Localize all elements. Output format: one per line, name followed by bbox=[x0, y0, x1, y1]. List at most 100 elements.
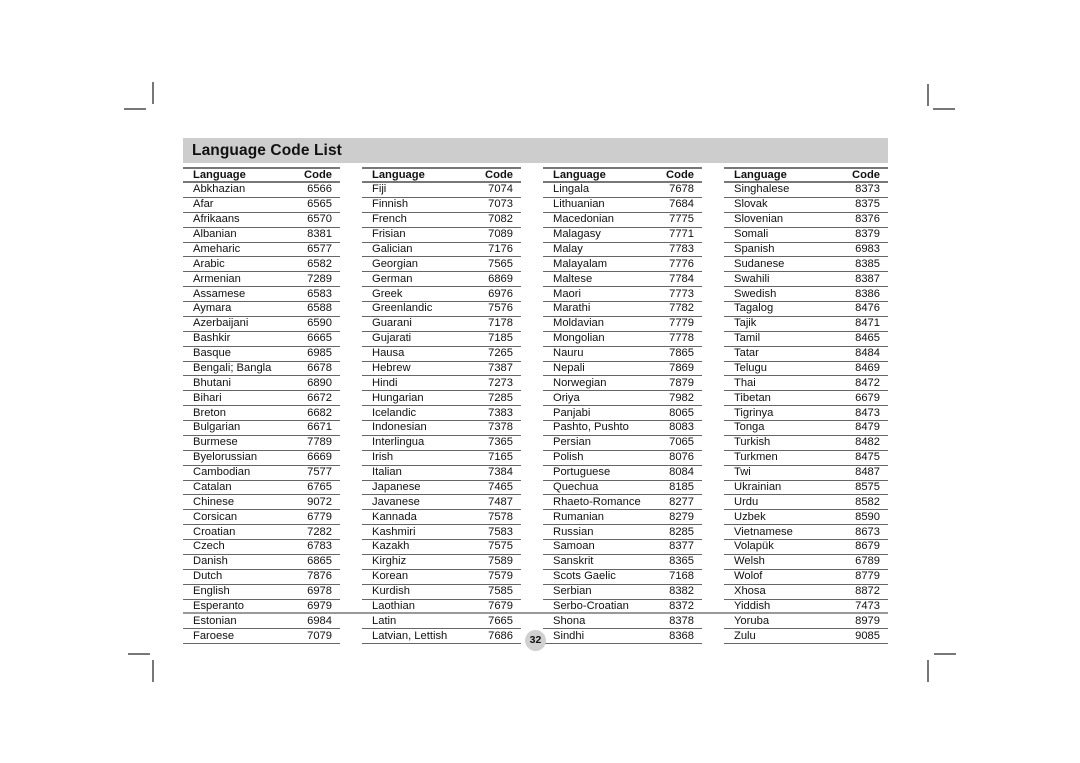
language-name: Mongolian bbox=[543, 331, 623, 347]
language-code: 8487 bbox=[806, 465, 888, 481]
table-row: Italian 7384 bbox=[362, 465, 521, 481]
language-code: 7579 bbox=[441, 569, 521, 585]
language-code: 6577 bbox=[261, 242, 340, 258]
column-header-code: Code bbox=[441, 167, 521, 183]
table-row: Guarani 7178 bbox=[362, 316, 521, 332]
table-row: Armenian 7289 bbox=[183, 271, 340, 288]
language-name: Chinese bbox=[183, 494, 262, 511]
table-row: Samoan 8377 bbox=[543, 539, 702, 555]
language-code: 7776 bbox=[622, 256, 702, 273]
language-code: 8375 bbox=[806, 197, 888, 213]
table-row: Albanian 8381 bbox=[183, 227, 340, 243]
table-row: Corsican 6779 bbox=[183, 509, 340, 526]
table-row: Telugu 8469 bbox=[724, 361, 888, 377]
language-code: 7773 bbox=[622, 286, 702, 302]
language-code: 8469 bbox=[806, 361, 888, 377]
table-row: Latvian, Lettish 7686 bbox=[362, 628, 521, 645]
language-name: Volapük bbox=[724, 539, 806, 555]
language-name: Twi bbox=[724, 465, 806, 481]
language-code: 8779 bbox=[806, 569, 888, 585]
language-code: 8484 bbox=[806, 346, 888, 362]
language-name: Kannada bbox=[362, 509, 442, 526]
language-name: Frisian bbox=[362, 227, 442, 243]
table-row: Welsh 6789 bbox=[724, 554, 888, 570]
language-code: 6671 bbox=[261, 420, 340, 436]
language-name: Danish bbox=[183, 554, 262, 570]
language-name: Vietnamese bbox=[724, 524, 806, 540]
language-code: 6665 bbox=[261, 331, 340, 347]
language-name: Thai bbox=[724, 375, 806, 392]
table-row: Bengali; Bangla 6678 bbox=[183, 361, 340, 377]
language-code: 7285 bbox=[441, 390, 521, 407]
language-name: Yoruba bbox=[724, 613, 806, 630]
language-code: 8185 bbox=[622, 480, 702, 496]
language-code: 7387 bbox=[441, 361, 521, 377]
table-row: Czech 6783 bbox=[183, 539, 340, 555]
language-code: 8279 bbox=[622, 509, 702, 526]
language-name: Tatar bbox=[724, 346, 806, 362]
language-name: Nepali bbox=[543, 361, 623, 377]
table-row: Pashto, Pushto 8083 bbox=[543, 420, 702, 436]
table-row: English 6978 bbox=[183, 584, 340, 600]
table-row: Hebrew 7387 bbox=[362, 361, 521, 377]
language-name: Abkhazian bbox=[183, 182, 262, 198]
table-row: Serbian 8382 bbox=[543, 584, 702, 600]
table-header-row: Language Code bbox=[543, 167, 702, 183]
language-code: 8679 bbox=[806, 539, 888, 555]
language-code: 8465 bbox=[806, 331, 888, 347]
language-code: 6566 bbox=[261, 182, 340, 198]
language-name: Russian bbox=[543, 524, 623, 540]
language-name: Turkmen bbox=[724, 450, 806, 466]
language-code: 6779 bbox=[261, 509, 340, 526]
language-code: 9085 bbox=[806, 628, 888, 645]
table-row: Azerbaijani 6590 bbox=[183, 316, 340, 332]
language-name: Serbian bbox=[543, 584, 623, 600]
table-row: Quechua 8185 bbox=[543, 480, 702, 496]
language-code: 8872 bbox=[806, 584, 888, 600]
table-row: Ameharic 6577 bbox=[183, 242, 340, 258]
language-name: French bbox=[362, 212, 442, 228]
table-row: Volapük 8679 bbox=[724, 539, 888, 555]
language-code: 7073 bbox=[441, 197, 521, 213]
table-row: Thai 8472 bbox=[724, 375, 888, 392]
table-row: Wolof 8779 bbox=[724, 569, 888, 585]
language-name: Scots Gaelic bbox=[543, 569, 623, 585]
language-name: Bengali; Bangla bbox=[183, 361, 271, 377]
language-name: Bashkir bbox=[183, 331, 262, 347]
language-code: 7074 bbox=[441, 182, 521, 198]
table-row: Sudanese 8385 bbox=[724, 256, 888, 273]
language-name: German bbox=[362, 271, 442, 288]
table-row: French 7082 bbox=[362, 212, 521, 228]
language-name: Kirghiz bbox=[362, 554, 442, 570]
language-code: 6783 bbox=[261, 539, 340, 555]
table-row: Basque 6985 bbox=[183, 346, 340, 362]
table-row: Japanese 7465 bbox=[362, 480, 521, 496]
language-name: Faroese bbox=[183, 628, 262, 645]
language-code: 8084 bbox=[622, 465, 702, 481]
language-name: Estonian bbox=[183, 613, 262, 630]
language-table: Language Code Fiji 7074 Finnish 7073 French 708… bbox=[362, 167, 521, 645]
language-name: Czech bbox=[183, 539, 262, 555]
language-code: 7583 bbox=[441, 524, 521, 540]
table-row: Galician 7176 bbox=[362, 242, 521, 258]
language-name: Urdu bbox=[724, 494, 806, 511]
table-row: Shona 8378 bbox=[543, 613, 702, 630]
bottom-rule bbox=[183, 612, 888, 614]
language-code: 8473 bbox=[806, 405, 888, 421]
language-name: Malayalam bbox=[543, 256, 623, 273]
language-code: 6983 bbox=[806, 242, 888, 258]
table-row: Burmese 7789 bbox=[183, 435, 340, 451]
table-header-row: Language Code bbox=[362, 167, 521, 183]
table-row: Arabic 6582 bbox=[183, 256, 340, 273]
language-code: 7265 bbox=[441, 346, 521, 362]
language-name: Welsh bbox=[724, 554, 806, 570]
table-row: Bhutani 6890 bbox=[183, 375, 340, 392]
language-code: 7465 bbox=[441, 480, 521, 496]
language-code: 7089 bbox=[441, 227, 521, 243]
language-code: 7079 bbox=[261, 628, 340, 645]
language-code: 8476 bbox=[806, 301, 888, 317]
table-row: Afrikaans 6570 bbox=[183, 212, 340, 228]
table-row: Singhalese 8373 bbox=[724, 182, 888, 198]
language-name: Hausa bbox=[362, 346, 442, 362]
language-name: Hindi bbox=[362, 375, 442, 392]
